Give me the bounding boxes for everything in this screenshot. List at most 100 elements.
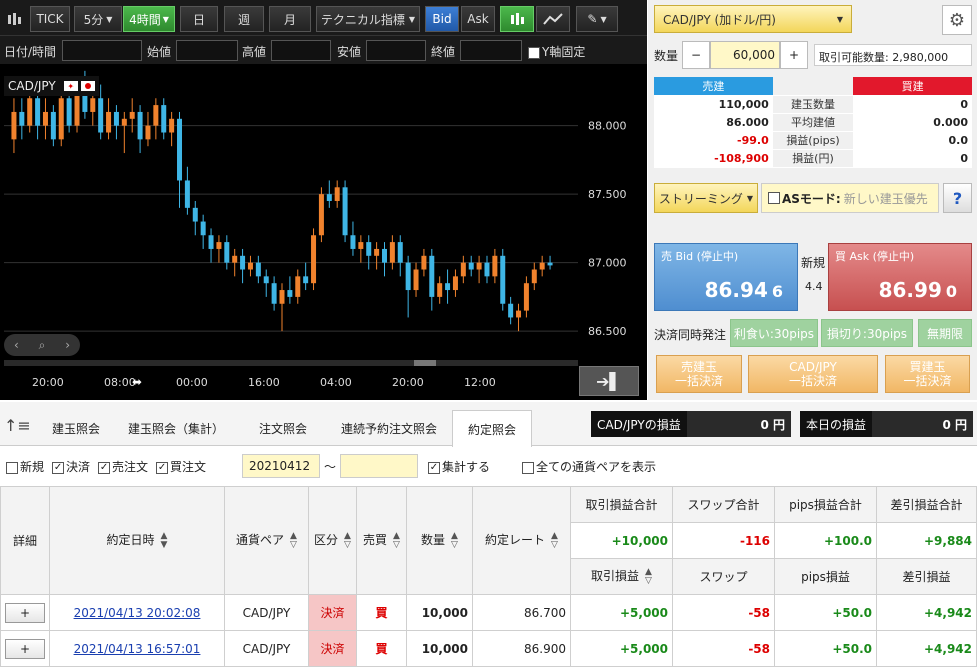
candle-body: [429, 255, 435, 297]
candles-icon[interactable]: [2, 6, 26, 32]
day-button[interactable]: 日: [180, 6, 218, 32]
pair-select[interactable]: CAD/JPY (加ドル/円) ▼: [654, 5, 852, 33]
candle-body: [153, 105, 159, 126]
time-cursor-icon: ⬌: [132, 375, 142, 389]
ask-price-button[interactable]: 買 Ask (停止中) 86.99 0: [828, 243, 972, 311]
qty-input[interactable]: 60,000: [710, 41, 780, 69]
bid-button[interactable]: Bid: [425, 6, 459, 32]
week-button[interactable]: 週: [224, 6, 264, 32]
execution-date-link[interactable]: 2021/04/13 20:02:08: [74, 606, 201, 620]
col-swap-total: スワップ合計: [672, 486, 775, 523]
candle-body: [452, 276, 458, 291]
position-metric: 損益(pips): [772, 131, 854, 150]
filter-sell[interactable]: ✓ 売注文: [98, 458, 148, 475]
aggregate-label: 集計する: [442, 460, 491, 474]
chart-pair-text: CAD/JPY: [8, 79, 56, 93]
total-swap: -116: [672, 522, 775, 559]
candle-body: [66, 98, 72, 126]
streaming-select[interactable]: ストリーミング ▼: [654, 183, 758, 213]
buy-value: 0: [853, 95, 972, 114]
yaxis-fix-checkbox[interactable]: Y軸固定: [528, 43, 585, 60]
col-date[interactable]: 約定日時 ▲ ▼: [49, 486, 225, 595]
line-chart-button[interactable]: [536, 6, 570, 32]
stop-loss-button[interactable]: 損切り:30pips: [821, 319, 913, 347]
col-pair[interactable]: 通貨ペア ▲ ▽: [224, 486, 309, 595]
pen-icon: ✎: [587, 12, 598, 26]
checkbox-icon: [522, 461, 534, 474]
expiry-button[interactable]: 無期限: [918, 319, 972, 347]
col-qty-label: 数量: [421, 533, 446, 548]
filter-settle-label: 決済: [66, 460, 91, 474]
filter-sell-label: 売注文: [112, 460, 149, 474]
gear-icon: ⚙: [948, 9, 966, 31]
candle-body: [177, 118, 183, 181]
latest-jump-button[interactable]: ➔▌: [579, 366, 639, 396]
pair-close-all-button[interactable]: CAD/JPY 一括決済: [748, 355, 878, 393]
qty-plus-button[interactable]: +: [780, 41, 808, 69]
col-pips: pips損益: [774, 558, 877, 595]
scroll-right-icon[interactable]: ›: [65, 338, 70, 352]
bid-price: 86.94 6: [705, 278, 783, 302]
help-button[interactable]: ?: [943, 183, 972, 213]
candle-body: [405, 262, 411, 291]
date-from-input[interactable]: 20210412: [242, 454, 320, 478]
position-metric: 損益(円): [772, 149, 854, 168]
candle-body: [169, 118, 175, 133]
tab-orders[interactable]: 注文照会: [248, 410, 318, 446]
all-pairs-toggle[interactable]: 全ての通貨ペアを表示: [522, 458, 656, 475]
type-cell: 決済: [308, 594, 357, 631]
sell-close-line1: 売建玉: [680, 360, 717, 374]
position-table: 売建 買建 110,000 建玉数量 0 86.000 平均建値 0.000 -99.0 損益(…: [654, 77, 972, 168]
candle-body: [287, 290, 293, 297]
buy-close-all-button[interactable]: 買建玉 一括決済: [885, 355, 970, 393]
tab-positions[interactable]: 建玉照会: [38, 410, 114, 446]
tab-executions[interactable]: 約定照会: [452, 410, 532, 447]
ask-button[interactable]: Ask: [461, 6, 495, 32]
scroll-left-icon[interactable]: ‹: [14, 338, 19, 352]
4h-button[interactable]: 4時間 ▼: [123, 6, 175, 32]
col-pl[interactable]: 取引損益 ▲ ▽: [570, 558, 673, 595]
tab-serial-orders[interactable]: 連続予約注文照会: [334, 410, 444, 446]
expand-button[interactable]: +: [5, 638, 45, 659]
qty-minus-button[interactable]: −: [682, 41, 710, 69]
filter-settle[interactable]: ✓ 決済: [52, 458, 90, 475]
4h-label: 4時間: [129, 12, 161, 27]
candle-body: [460, 262, 466, 277]
filter-buy[interactable]: ✓ 買注文: [156, 458, 206, 475]
col-qty[interactable]: 数量 ▲ ▽: [406, 486, 473, 595]
chart-toolbar: TICK 5分 ▼ 4時間 ▼ 日 週 月 テクニカル指標 ▼ Bid Ask ✎ ▼: [0, 0, 647, 36]
filter-new[interactable]: 新規: [6, 458, 44, 475]
execution-date-link[interactable]: 2021/04/13 16:57:01: [74, 642, 201, 656]
expand-button[interactable]: +: [5, 602, 45, 623]
zoom-icon[interactable]: ⌕: [39, 338, 46, 353]
draw-tool-button[interactable]: ✎ ▼: [576, 6, 618, 32]
candle-body: [42, 111, 48, 126]
take-profit-button[interactable]: 利食い:30pips: [730, 319, 818, 347]
pair-pnl-box: CAD/JPYの損益 0 円: [591, 411, 791, 437]
bid-price-button[interactable]: 売 Bid (停止中) 86.94 6: [654, 243, 798, 311]
open-label: 始値: [147, 45, 172, 59]
sort-toggle-icon[interactable]: ↑≡: [4, 416, 31, 435]
month-button[interactable]: 月: [269, 6, 311, 32]
candle-body: [437, 283, 443, 297]
aggregate-toggle[interactable]: ✓ 集計する: [428, 458, 490, 475]
buy-value: 0.000: [853, 113, 972, 132]
technical-dropdown[interactable]: テクニカル指標 ▼: [316, 6, 420, 32]
col-type[interactable]: 区分 ▲ ▽: [308, 486, 357, 595]
as-mode-toggle[interactable]: ASモード: 新しい建玉優先: [761, 183, 939, 213]
scrollbar-thumb[interactable]: [414, 360, 436, 366]
tab-positions-summary[interactable]: 建玉照会（集計）: [124, 410, 228, 446]
candle-body: [492, 255, 498, 277]
5min-button[interactable]: 5分 ▼: [74, 6, 122, 32]
chart-scrollbar[interactable]: [4, 360, 578, 366]
date-to-input[interactable]: [340, 454, 418, 478]
ask-price-pip: 0: [945, 282, 957, 301]
candlestick-chart-button[interactable]: [500, 6, 534, 32]
col-rate[interactable]: 約定レート ▲ ▽: [472, 486, 571, 595]
tick-button[interactable]: TICK: [30, 6, 70, 32]
sort-icon: ▲ ▽: [451, 530, 458, 550]
col-side[interactable]: 売買 ▲ ▽: [356, 486, 407, 595]
pair-close-line1: CAD/JPY: [789, 360, 837, 374]
settings-button[interactable]: ⚙: [942, 5, 972, 35]
sell-close-all-button[interactable]: 売建玉 一括決済: [656, 355, 742, 393]
